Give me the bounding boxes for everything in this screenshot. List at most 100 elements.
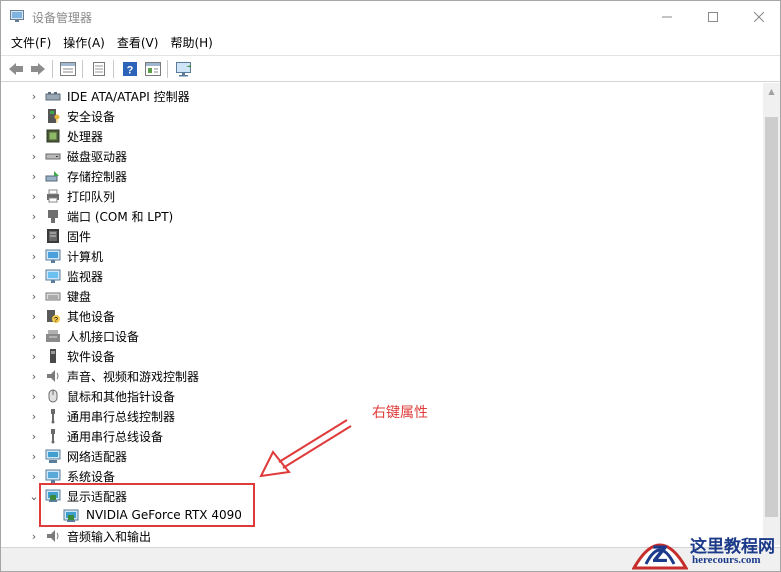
chevron-right-icon[interactable]: › xyxy=(29,110,39,123)
scroll-up-button[interactable]: ▲ xyxy=(763,83,780,100)
computer-icon xyxy=(45,249,61,263)
minimize-button[interactable] xyxy=(644,1,690,32)
usb-controller-icon xyxy=(51,409,55,424)
tree-category-label: 音频输入和输出 xyxy=(67,530,152,544)
scroll-thumb[interactable] xyxy=(765,117,778,517)
chevron-right-icon[interactable]: › xyxy=(29,190,39,203)
tree-category-label: 人机接口设备 xyxy=(67,330,140,344)
print-button[interactable] xyxy=(89,59,109,79)
tree-category-18[interactable]: › 网络适配器 xyxy=(1,446,761,466)
toolbar-separator xyxy=(52,60,53,78)
tree-category-label: 安全设备 xyxy=(67,110,116,124)
chevron-right-icon[interactable]: › xyxy=(29,530,39,543)
tree-category-4[interactable]: › 存储控制器 xyxy=(1,166,761,186)
tree-category-7[interactable]: › 固件 xyxy=(1,226,761,246)
chevron-right-icon[interactable]: › xyxy=(29,410,39,423)
tree-category-2[interactable]: › 处理器 xyxy=(1,126,761,146)
menu-action[interactable]: 操作(A) xyxy=(57,33,111,53)
chevron-right-icon[interactable]: › xyxy=(29,350,39,363)
maximize-button[interactable] xyxy=(690,1,736,32)
chevron-right-icon[interactable]: › xyxy=(29,90,39,103)
tree-category-6[interactable]: › 端口 (COM 和 LPT) xyxy=(1,206,761,226)
back-button[interactable] xyxy=(6,59,26,79)
device-manager-icon xyxy=(10,10,24,22)
tree-category-13[interactable]: › 软件设备 xyxy=(1,346,761,366)
keyboard-icon xyxy=(45,292,61,301)
tree-category-3[interactable]: › 磁盘驱动器 xyxy=(1,146,761,166)
chevron-right-icon[interactable]: › xyxy=(29,130,39,143)
chevron-right-icon[interactable]: › xyxy=(29,310,39,323)
chevron-right-icon[interactable]: › xyxy=(29,390,39,403)
tree-category-8[interactable]: › 计算机 xyxy=(1,246,761,266)
tree-category-1[interactable]: › 安全设备 xyxy=(1,106,761,126)
svg-text:Z: Z xyxy=(652,543,668,568)
tree-category-14[interactable]: › 声音、视频和游戏控制器 xyxy=(1,366,761,386)
close-button[interactable] xyxy=(736,1,781,32)
chevron-right-icon[interactable]: › xyxy=(29,250,39,263)
minimize-icon xyxy=(662,16,672,17)
chevron-right-icon[interactable]: › xyxy=(29,290,39,303)
tree-category-label: 其他设备 xyxy=(67,310,116,324)
window-title: 设备管理器 xyxy=(32,11,93,25)
tree-category-11[interactable]: ›? 其他设备 xyxy=(1,306,761,326)
chevron-right-icon[interactable]: › xyxy=(29,470,39,483)
menu-view[interactable]: 查看(V) xyxy=(111,33,165,53)
tree-category-12[interactable]: › 人机接口设备 xyxy=(1,326,761,346)
help-button[interactable]: ? xyxy=(120,59,140,79)
audio-icon xyxy=(47,370,59,382)
menu-file[interactable]: 文件(F) xyxy=(5,33,57,53)
properties-grid-button[interactable] xyxy=(58,59,78,79)
scan-hardware-button[interactable] xyxy=(174,59,194,79)
chevron-right-icon[interactable]: › xyxy=(29,230,39,243)
tree-category-5[interactable]: › 打印队列 xyxy=(1,186,761,206)
print-icon xyxy=(93,62,105,76)
other-device-icon: ? xyxy=(47,310,60,324)
tree-category-label: 固件 xyxy=(67,230,92,244)
tree-category-label: 键盘 xyxy=(67,290,92,304)
toolbar: ? xyxy=(1,55,780,82)
tree-category-0[interactable]: › IDE ATA/ATAPI 控制器 xyxy=(1,86,761,106)
disk-drive-icon xyxy=(45,153,61,160)
usb-device-icon xyxy=(51,429,55,444)
chevron-down-icon[interactable]: ⌄ xyxy=(29,490,39,503)
toolbar-separator xyxy=(167,60,168,78)
mouse-icon xyxy=(48,389,58,403)
tree-category-label: 鼠标和其他指针设备 xyxy=(67,390,176,404)
chevron-right-icon[interactable]: › xyxy=(29,330,39,343)
chevron-right-icon[interactable]: › xyxy=(29,450,39,463)
menu-help[interactable]: 帮助(H) xyxy=(164,33,218,53)
forward-button[interactable] xyxy=(28,59,48,79)
title-bar[interactable]: 设备管理器 xyxy=(1,1,780,32)
chevron-right-icon[interactable]: › xyxy=(29,270,39,283)
system-device-icon xyxy=(45,469,61,483)
chevron-right-icon[interactable]: › xyxy=(29,370,39,383)
hid-icon xyxy=(46,330,60,342)
tree-category-label: 计算机 xyxy=(67,250,104,264)
tree-category-label: 端口 (COM 和 LPT) xyxy=(67,210,174,224)
chevron-right-icon[interactable]: › xyxy=(29,210,39,223)
processor-icon xyxy=(46,129,60,143)
chevron-right-icon[interactable]: › xyxy=(29,170,39,183)
chevron-right-icon[interactable]: › xyxy=(29,430,39,443)
toolbar-separator xyxy=(82,60,83,78)
audio-io-icon xyxy=(47,530,59,542)
view-button[interactable] xyxy=(143,59,163,79)
tree-category-17[interactable]: › 通用串行总线设备 xyxy=(1,426,761,446)
annotation-text: 右键属性 xyxy=(372,405,428,421)
tree-category-label: 处理器 xyxy=(67,130,104,144)
tree-category-label: 磁盘驱动器 xyxy=(67,150,128,164)
vertical-scrollbar[interactable]: ▲ xyxy=(763,83,780,545)
chevron-right-icon[interactable]: › xyxy=(29,150,39,163)
port-icon xyxy=(48,210,58,223)
watermark-logo-icon: Z xyxy=(632,543,688,570)
properties-grid-icon xyxy=(60,62,76,76)
svg-text:?: ? xyxy=(54,317,58,324)
forward-icon xyxy=(31,63,45,75)
tree-category-label: 通用串行总线控制器 xyxy=(67,410,176,424)
tree-category-10[interactable]: › 键盘 xyxy=(1,286,761,306)
ide-controller-icon xyxy=(45,92,61,101)
tree-category-9[interactable]: › 监视器 xyxy=(1,266,761,286)
annotation-arrow-icon xyxy=(259,419,352,478)
tree-category-label: 声音、视频和游戏控制器 xyxy=(67,370,200,384)
svg-text:?: ? xyxy=(127,65,134,77)
